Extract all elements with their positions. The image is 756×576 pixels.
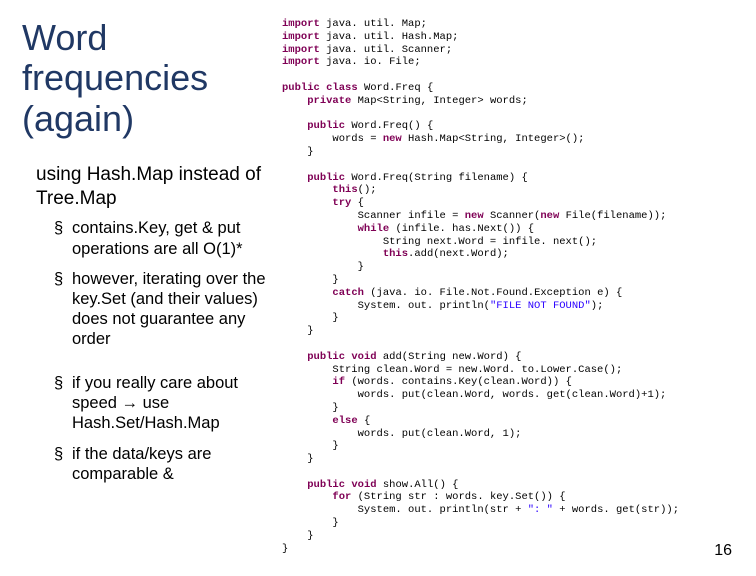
bullet-item: if the data/keys are comparable &	[56, 444, 272, 484]
left-column: Word frequencies (again) using Hash.Map …	[22, 18, 272, 576]
bullet-group-2: if you really care about speed → use Has…	[56, 373, 272, 484]
bullet-item: if you really care about speed → use Has…	[56, 373, 272, 433]
bullet-item: contains.Key, get & put operations are a…	[56, 218, 272, 258]
slide: Word frequencies (again) using Hash.Map …	[0, 0, 756, 576]
page-number: 16	[714, 542, 732, 560]
slide-title: Word frequencies (again)	[22, 18, 272, 139]
bullet-item: however, iterating over the key.Set (and…	[56, 269, 272, 350]
subtitle: using Hash.Map instead of Tree.Map	[36, 163, 272, 211]
code-column: import java. util. Map; import java. uti…	[272, 18, 742, 576]
code-block: import java. util. Map; import java. uti…	[282, 18, 742, 555]
bullet-group-1: contains.Key, get & put operations are a…	[56, 218, 272, 349]
